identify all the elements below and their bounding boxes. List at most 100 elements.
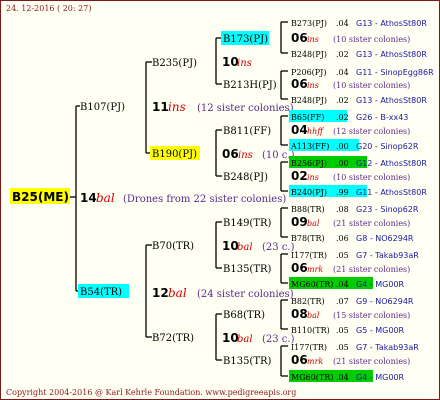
g4-year: .04 (336, 373, 349, 382)
g2-queen-2[interactable]: B70(TR) (152, 241, 194, 252)
g4-sister-num: 08 (291, 307, 308, 321)
g1-num-0: 11 (152, 100, 169, 114)
g4-ref[interactable]: G13 - AthosSt80R (356, 96, 427, 105)
g2-note-2: (23 c.) (262, 242, 295, 253)
g4-year: .06 (336, 234, 349, 243)
g4-year: .02 (336, 50, 349, 59)
g4-sister-num: 06 (291, 31, 308, 45)
g3-queen-4[interactable]: B149(TR) (223, 218, 272, 229)
g4-queen-id[interactable]: B248(PJ) (291, 50, 327, 59)
g4-sister-note: (21 sister colonies) (333, 219, 410, 228)
g4-year: .07 (336, 297, 349, 306)
g2-ins-1: ins (238, 150, 253, 161)
g4-sister-num: 06 (291, 261, 308, 275)
g4-sister-ins: ins (307, 35, 319, 44)
g4-queen-id[interactable]: B65(FF) (291, 113, 324, 122)
g1-queen-0[interactable]: B107(PJ) (80, 102, 125, 113)
g3-queen-0[interactable]: B173(PJ) (223, 34, 268, 45)
g4-year: .04 (336, 68, 349, 77)
g4-ref[interactable]: G9 - NO6294R (356, 297, 414, 306)
g3-queen-7[interactable]: B135(TR) (223, 356, 272, 367)
g4-sister-note: (15 sister colonies) (333, 311, 410, 320)
g3-queen-6[interactable]: B68(TR) (223, 310, 265, 321)
g4-ref[interactable]: G4 - MG00R (356, 373, 405, 382)
g4-ref[interactable]: G11 - SinopEgg86R (356, 68, 434, 77)
g4-sister-ins: hhff (307, 127, 324, 136)
g4-year: .04 (336, 280, 349, 289)
g3-queen-2[interactable]: B811(FF) (223, 126, 271, 137)
g4-sister-note: (12 sister colonies) (333, 127, 410, 136)
root-num: 14 (80, 191, 97, 205)
g4-queen-id[interactable]: A113(FF) (290, 142, 329, 151)
g4-queen-id[interactable]: I177(TR) (291, 251, 327, 260)
g4-sister-ins: bal (307, 219, 320, 228)
root-note: (Drones from 22 sister colonies) (123, 194, 286, 205)
root-ins: bal (96, 191, 115, 205)
g4-ref[interactable]: G23 - Sinop62R (356, 205, 419, 214)
g4-year: .05 (336, 326, 349, 335)
g3-queen-5[interactable]: B135(TR) (223, 264, 272, 275)
g4-year: .00 (336, 142, 349, 151)
g4-queen-id[interactable]: B256(PJ) (291, 159, 327, 168)
footer-copyright: Copyright 2004-2016 @ Karl Kehrle Founda… (6, 388, 296, 397)
g2-ins-2: bal (237, 242, 253, 253)
g4-sister-num: 06 (291, 77, 308, 91)
g4-queen-id[interactable]: B273(PJ) (291, 19, 327, 28)
g1-ins-1: bal (168, 286, 187, 300)
g1-ins-0: ins (168, 100, 186, 114)
g4-ref[interactable]: G12 - AthosSt80R (356, 159, 427, 168)
g4-sister-note: (10 sister colonies) (333, 35, 410, 44)
g4-year: .04 (336, 19, 349, 28)
g2-ins-0: ins (237, 58, 252, 69)
g4-queen-id[interactable]: B240(PJ) (291, 188, 327, 197)
g1-num-1: 12 (152, 286, 169, 300)
g2-note-3: (23 c.) (262, 334, 295, 345)
g3-queen-3[interactable]: B248(PJ) (223, 172, 268, 183)
g4-queen-id[interactable]: B82(TR) (291, 297, 325, 306)
g2-queen-3[interactable]: B72(TR) (152, 333, 194, 344)
g1-queen-1[interactable]: B54(TR) (80, 287, 122, 298)
g4-ref[interactable]: G13 - AthosSt80R (356, 50, 427, 59)
root-queen-id[interactable]: B25(ME) (12, 190, 69, 204)
g1-note-1: (24 sister colonies) (197, 289, 294, 300)
g3-queen-1[interactable]: B213H(PJ) (223, 80, 277, 91)
g4-ref[interactable]: G5 - MG00R (356, 326, 405, 335)
g4-queen-id[interactable]: B248(PJ) (291, 96, 327, 105)
g4-sister-num: 09 (291, 215, 308, 229)
g2-num-1: 06 (222, 147, 239, 161)
g4-year: .02 (336, 96, 349, 105)
g2-ins-3: bal (237, 334, 253, 345)
g4-ref[interactable]: G7 - Takab93aR (356, 251, 419, 260)
g4-ref[interactable]: G7 - Takab93aR (356, 343, 419, 352)
g4-ref[interactable]: G4 - MG00R (356, 280, 405, 289)
g4-ref[interactable]: G8 - NO6294R (356, 234, 414, 243)
g4-year: .08 (336, 205, 349, 214)
g4-sister-note: (21 sister colonies) (333, 357, 410, 366)
g4-sister-ins: mrk (307, 357, 323, 366)
g2-queen-0[interactable]: B235(PJ) (152, 58, 197, 69)
g4-year: .05 (336, 343, 349, 352)
g4-sister-num: 06 (291, 353, 308, 367)
g4-sister-ins: mrk (307, 265, 323, 274)
g4-queen-id[interactable]: I177(TR) (291, 343, 327, 352)
g4-queen-id[interactable]: B110(TR) (291, 326, 330, 335)
g4-ref[interactable]: G11 - AthosSt80R (356, 188, 427, 197)
g4-ref[interactable]: G26 - B-xx43 (356, 113, 408, 122)
g4-queen-id[interactable]: MG60(TR) (291, 373, 333, 382)
g4-ref[interactable]: G13 - AthosSt80R (356, 19, 427, 28)
g4-year: .05 (336, 251, 349, 260)
g4-queen-id[interactable]: P206(PJ) (291, 68, 326, 77)
g4-sister-note: (21 sister colonies) (333, 265, 410, 274)
g4-ref[interactable]: G20 - Sinop62R (356, 142, 419, 151)
g4-rows: B273(PJ) .04 G13 - AthosSt80R06 ins (10 sist… (289, 19, 434, 382)
g4-sister-ins: ins (307, 173, 319, 182)
g4-sister-num: 02 (291, 169, 308, 183)
pedigree-tree: 24. 12-2016 ( 20: 27) B25(ME) 14 bal (Dr… (6, 4, 434, 397)
g2-queen-1[interactable]: B190(PJ) (152, 149, 197, 160)
g4-queen-id[interactable]: B78(TR) (291, 234, 325, 243)
g4-year: .02 (336, 113, 349, 122)
g4-year: .00 (336, 159, 349, 168)
g4-queen-id[interactable]: MG60(TR) (291, 280, 333, 289)
g4-year: .99 (336, 188, 349, 197)
g4-queen-id[interactable]: B88(TR) (291, 205, 325, 214)
